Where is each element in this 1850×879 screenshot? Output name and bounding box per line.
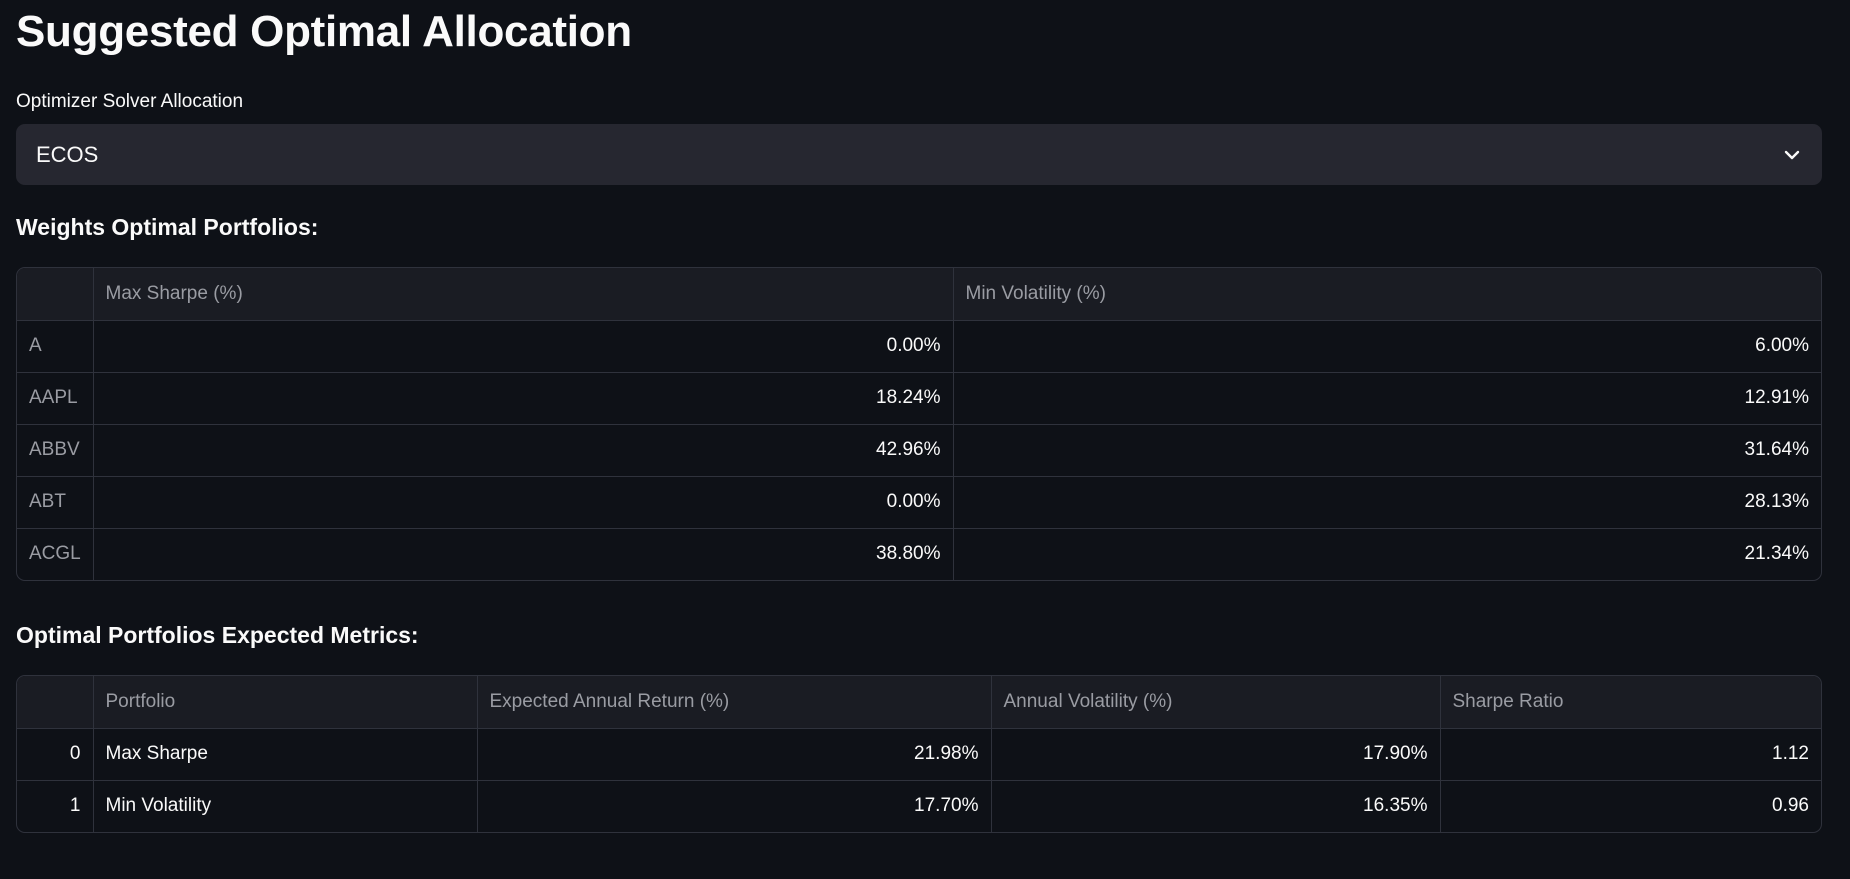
- solver-select-label: Optimizer Solver Allocation: [16, 91, 244, 112]
- weights-table[interactable]: Max Sharpe (%) Min Volatility (%) A 0.00…: [16, 267, 1822, 581]
- expected-annual-return[interactable]: 21.98%: [477, 728, 992, 781]
- max-sharpe-weight[interactable]: 0.00%: [93, 320, 954, 373]
- min-volatility-weight[interactable]: 6.00%: [953, 320, 1821, 373]
- metrics-heading: Optimal Portfolios Expected Metrics:: [16, 622, 419, 648]
- column-header-max-sharpe[interactable]: Max Sharpe (%): [93, 268, 954, 321]
- annual-volatility[interactable]: 16.35%: [991, 780, 1441, 832]
- page-title: Suggested Optimal Allocation: [16, 7, 632, 56]
- max-sharpe-weight[interactable]: 0.00%: [93, 476, 954, 529]
- weights-heading: Weights Optimal Portfolios:: [16, 214, 319, 240]
- solver-select-value: ECOS: [36, 141, 99, 167]
- column-header-index[interactable]: [17, 676, 94, 729]
- column-header-portfolio[interactable]: Portfolio: [93, 676, 478, 729]
- table-row: ACGL 38.80% 21.34%: [17, 528, 1821, 580]
- table-row: 1 Min Volatility 17.70% 16.35% 0.96: [17, 780, 1821, 832]
- table-row: 0 Max Sharpe 21.98% 17.90% 1.12: [17, 728, 1821, 781]
- table-row: AAPL 18.24% 12.91%: [17, 372, 1821, 425]
- row-ticker[interactable]: A: [17, 320, 94, 373]
- column-header-annual-volatility[interactable]: Annual Volatility (%): [991, 676, 1441, 729]
- table-row: ABT 0.00% 28.13%: [17, 476, 1821, 529]
- metrics-table[interactable]: Portfolio Expected Annual Return (%) Ann…: [16, 675, 1822, 833]
- max-sharpe-weight[interactable]: 38.80%: [93, 528, 954, 580]
- annual-volatility[interactable]: 17.90%: [991, 728, 1441, 781]
- min-volatility-weight[interactable]: 28.13%: [953, 476, 1821, 529]
- max-sharpe-weight[interactable]: 42.96%: [93, 424, 954, 477]
- row-ticker[interactable]: ABT: [17, 476, 94, 529]
- min-volatility-weight[interactable]: 12.91%: [953, 372, 1821, 425]
- main-content: Suggested Optimal Allocation Optimizer S…: [0, 0, 1850, 833]
- sharpe-ratio[interactable]: 0.96: [1440, 780, 1821, 832]
- column-header-sharpe-ratio[interactable]: Sharpe Ratio: [1440, 676, 1821, 729]
- row-ticker[interactable]: AAPL: [17, 372, 94, 425]
- table-row: A 0.00% 6.00%: [17, 320, 1821, 373]
- max-sharpe-weight[interactable]: 18.24%: [93, 372, 954, 425]
- portfolio-name[interactable]: Min Volatility: [93, 780, 478, 832]
- row-ticker[interactable]: ACGL: [17, 528, 94, 580]
- chevron-down-icon[interactable]: [1782, 145, 1802, 165]
- row-ticker[interactable]: ABBV: [17, 424, 94, 477]
- sharpe-ratio[interactable]: 1.12: [1440, 728, 1821, 781]
- table-header-row: Max Sharpe (%) Min Volatility (%): [17, 268, 1821, 321]
- column-header-expected-return[interactable]: Expected Annual Return (%): [477, 676, 992, 729]
- column-header-index[interactable]: [17, 268, 94, 321]
- column-header-min-volatility[interactable]: Min Volatility (%): [953, 268, 1821, 321]
- min-volatility-weight[interactable]: 21.34%: [953, 528, 1821, 580]
- expected-annual-return[interactable]: 17.70%: [477, 780, 992, 832]
- min-volatility-weight[interactable]: 31.64%: [953, 424, 1821, 477]
- solver-select[interactable]: ECOS: [16, 124, 1822, 185]
- row-index[interactable]: 0: [17, 728, 94, 781]
- table-row: ABBV 42.96% 31.64%: [17, 424, 1821, 477]
- row-index[interactable]: 1: [17, 780, 94, 832]
- table-header-row: Portfolio Expected Annual Return (%) Ann…: [17, 676, 1821, 729]
- portfolio-name[interactable]: Max Sharpe: [93, 728, 478, 781]
